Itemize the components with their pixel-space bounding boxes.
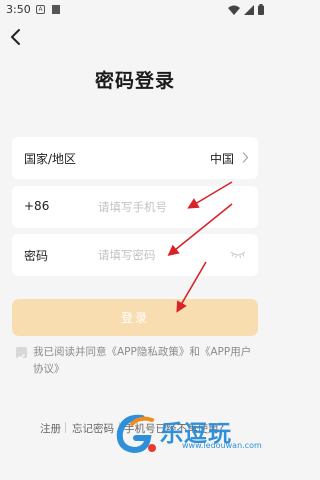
region-value: 中国 [209, 152, 234, 166]
battery-icon [258, 4, 264, 15]
password-label: 密码 [24, 249, 49, 263]
status-bar: 3:50 A [0, 0, 270, 20]
agreement-text[interactable]: 我已阅读并同意《APP隐私政策》和《APP用户协议》 [33, 344, 259, 378]
region-label: 国家/地区 [24, 152, 77, 166]
watermark-logo: 乐逗玩 www.ledouwan.com [112, 410, 262, 458]
footer-divider [65, 422, 66, 433]
region-selector[interactable]: 国家/地区 中国 [12, 137, 258, 179]
register-link[interactable]: 注册 [40, 421, 61, 436]
back-button[interactable] [8, 27, 26, 47]
notification-a-icon: A [36, 5, 45, 14]
check-icon [18, 354, 25, 360]
login-button[interactable]: 登录 [12, 299, 258, 336]
watermark-g-icon [116, 414, 156, 454]
status-time: 3:50 [6, 3, 31, 16]
forgot-password-link[interactable]: 忘记密码 [72, 421, 114, 436]
chevron-right-icon [242, 152, 249, 163]
password-field: 密码 [12, 234, 258, 276]
page-title: 密码登录 [94, 70, 175, 92]
eye-closed-icon[interactable] [230, 250, 246, 259]
watermark-url: www.ledouwan.com [182, 441, 262, 450]
signal-icon [244, 4, 254, 15]
phone-field: +86 [12, 186, 258, 228]
notification-square-icon [52, 5, 60, 14]
phone-input[interactable] [98, 196, 248, 218]
country-code: +86 [24, 199, 50, 213]
wifi-icon [228, 5, 240, 15]
chevron-left-icon [11, 29, 20, 45]
password-input[interactable] [98, 244, 223, 266]
status-icons [228, 4, 264, 15]
agreement-checkbox[interactable] [16, 347, 27, 360]
